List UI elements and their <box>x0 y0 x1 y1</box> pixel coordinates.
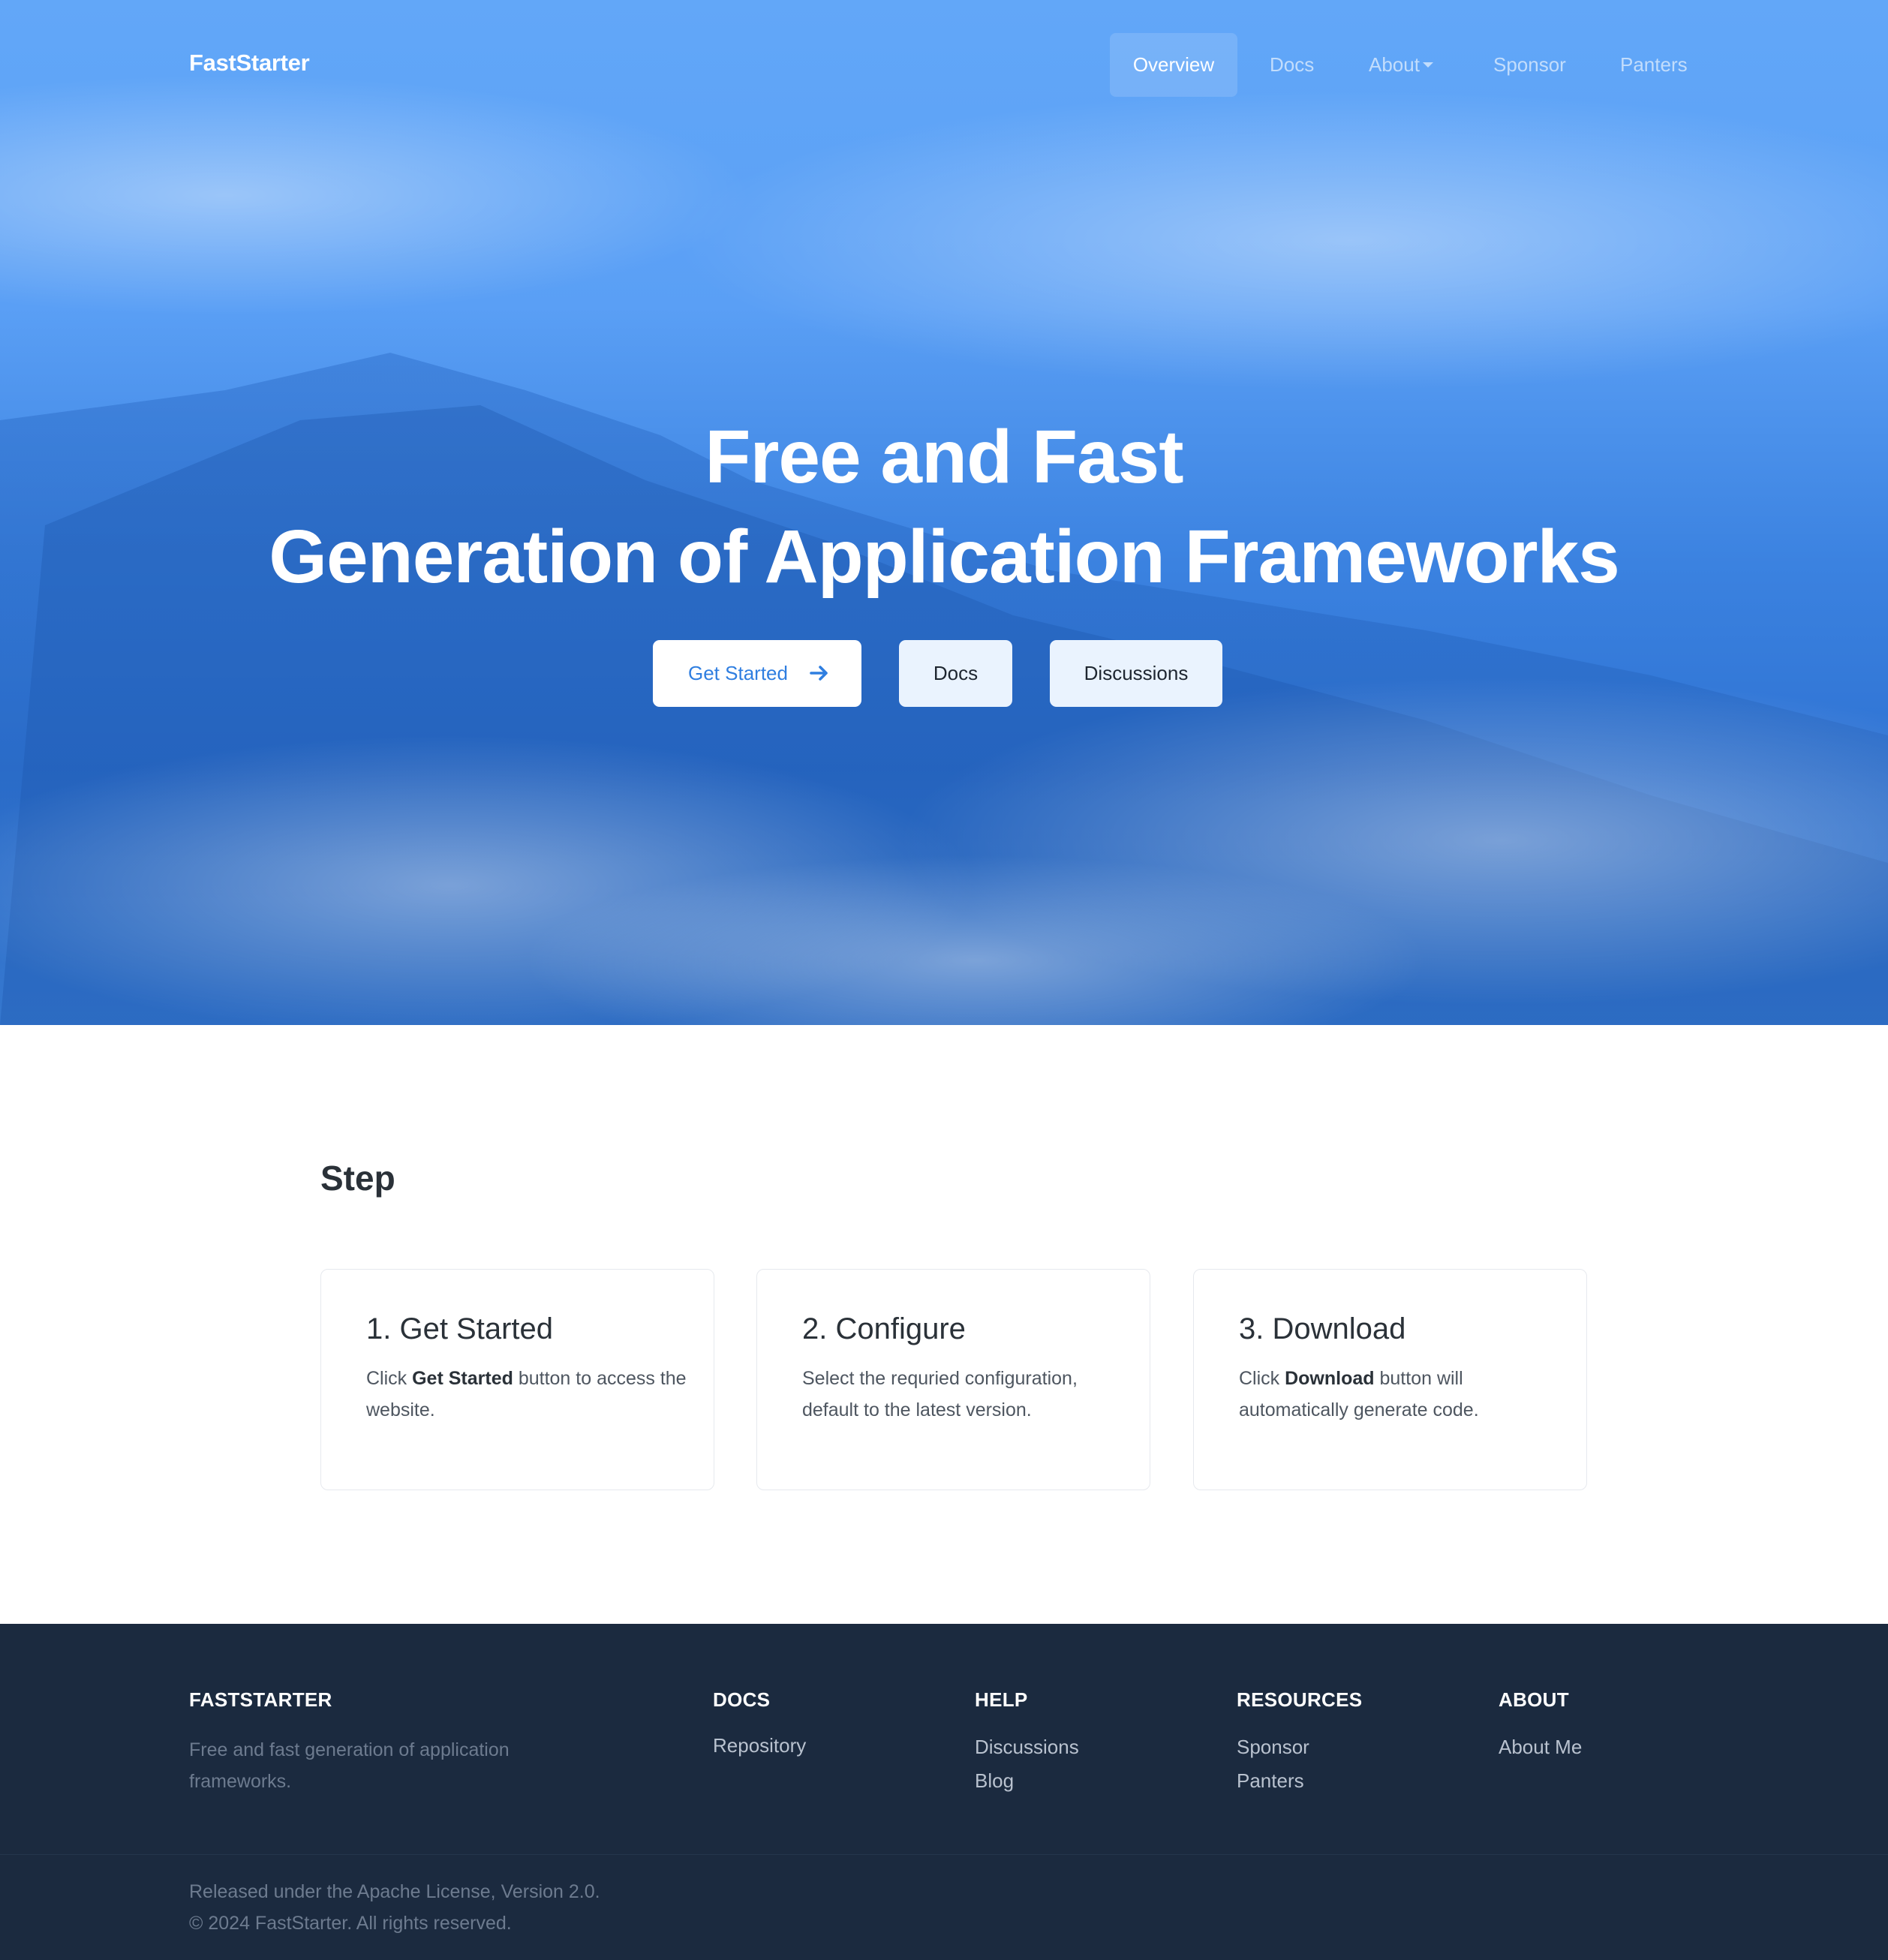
footer-link-sponsor[interactable]: Sponsor <box>1237 1736 1362 1759</box>
step-card-text: Click Get Started button to access the w… <box>366 1363 689 1426</box>
hero-title-line-2: Generation of Application Frameworks <box>269 515 1620 599</box>
arrow-right-icon <box>810 666 828 681</box>
footer-brand-heading: FASTSTARTER <box>189 1688 332 1711</box>
docs-button[interactable]: Docs <box>899 640 1012 707</box>
footer-heading-help: HELP <box>975 1688 1028 1711</box>
footer-heading-docs: DOCS <box>713 1688 771 1711</box>
hero-section: FastStarter Overview Docs About Sponsor … <box>0 0 1888 1025</box>
footer-license: Released under the Apache License, Versi… <box>189 1881 600 1902</box>
nav-item-docs[interactable]: Docs <box>1270 33 1314 97</box>
step-card-text-bold: Download <box>1285 1368 1375 1389</box>
footer-link-blog[interactable]: Blog <box>975 1769 1079 1793</box>
footer-divider <box>0 1854 1888 1855</box>
mountain-background-image <box>0 75 1888 1025</box>
footer-column-docs: DOCS Repository <box>713 1688 806 1757</box>
brand-logo[interactable]: FastStarter <box>189 50 310 77</box>
step-card-text-bold: Get Started <box>412 1368 513 1389</box>
site-footer: FASTSTARTER Free and fast generation of … <box>0 1624 1888 1960</box>
discussions-button[interactable]: Discussions <box>1050 640 1222 707</box>
step-card-text-before: Click <box>1239 1368 1285 1389</box>
footer-link-discussions[interactable]: Discussions <box>975 1736 1079 1759</box>
top-navbar: FastStarter Overview Docs About Sponsor … <box>0 0 1888 129</box>
nav-item-sponsor[interactable]: Sponsor <box>1493 33 1566 97</box>
nav-item-panters[interactable]: Panters <box>1620 33 1688 97</box>
step-card-title: 3. Download <box>1239 1312 1406 1345</box>
footer-link-panters[interactable]: Panters <box>1237 1769 1362 1793</box>
step-card-download: 3. Download Click Download button will a… <box>1193 1269 1587 1490</box>
footer-heading-about: ABOUT <box>1499 1688 1569 1711</box>
footer-legal: Released under the Apache License, Versi… <box>189 1876 600 1939</box>
step-card-text: Select the requried configuration, defau… <box>802 1368 1078 1420</box>
caret-down-icon <box>1422 62 1433 68</box>
get-started-label: Get Started <box>688 662 788 684</box>
footer-brand-description: Free and fast generation of application … <box>189 1739 510 1792</box>
hero-title-line-1: Free and Fast <box>705 415 1183 499</box>
step-card-title: 1. Get Started <box>366 1312 554 1345</box>
footer-copyright: © 2024 FastStarter. All rights reserved. <box>189 1913 512 1934</box>
nav-item-overview[interactable]: Overview <box>1110 33 1237 97</box>
footer-link-about-me[interactable]: About Me <box>1499 1736 1582 1759</box>
get-started-button[interactable]: Get Started <box>653 640 861 707</box>
step-card-get-started: 1. Get Started Click Get Started button … <box>320 1269 714 1490</box>
step-card-configure: 2. Configure Select the requried configu… <box>756 1269 1150 1490</box>
footer-column-help: HELP Discussions Blog <box>975 1688 1079 1793</box>
footer-heading-resources: RESOURCES <box>1237 1688 1363 1711</box>
footer-brand-column: FASTSTARTER Free and fast generation of … <box>189 1688 549 1797</box>
nav-item-about-label: About <box>1369 53 1420 76</box>
nav-item-about[interactable]: About <box>1369 33 1433 97</box>
step-card-text: Click Download button will automatically… <box>1239 1363 1562 1426</box>
footer-link-repository[interactable]: Repository <box>713 1734 806 1757</box>
footer-column-resources: RESOURCES Sponsor Panters <box>1237 1688 1362 1793</box>
steps-heading: Step <box>320 1159 395 1198</box>
footer-column-about: ABOUT About Me <box>1499 1688 1582 1759</box>
step-card-text-before: Click <box>366 1368 413 1389</box>
step-card-title: 2. Configure <box>802 1312 966 1345</box>
